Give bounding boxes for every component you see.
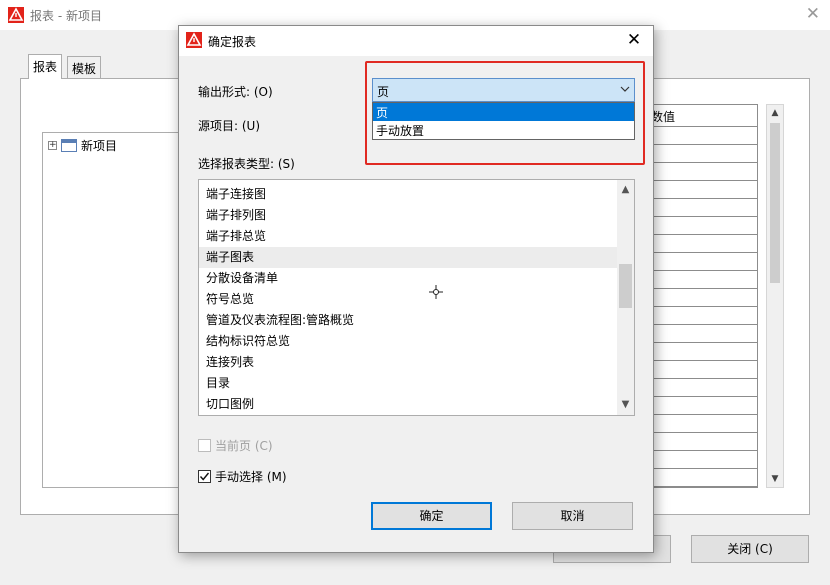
property-value-table[interactable]: 数值 <box>642 104 758 488</box>
tab-report[interactable]: 报表 <box>28 54 63 79</box>
output-form-combobox[interactable]: 页 <box>372 78 635 102</box>
chevron-up-icon[interactable]: ▲ <box>617 182 634 198</box>
app-warning-triangle-icon <box>8 7 24 23</box>
report-type-list[interactable]: 端子连接图 端子排列图 端子排总览 端子图表 分散设备清单 符号总览 管道及仪表… <box>198 179 635 416</box>
dropdown-option-page[interactable]: 页 <box>373 103 634 121</box>
chevron-down-icon[interactable]: ▼ <box>767 471 783 487</box>
table-row[interactable] <box>643 469 757 487</box>
report-type-label: 选择报表类型: (S) <box>198 157 295 171</box>
table-row[interactable] <box>643 271 757 289</box>
table-row[interactable] <box>643 433 757 451</box>
output-form-label: 输出形式: (O) <box>198 85 273 99</box>
table-row[interactable] <box>643 235 757 253</box>
list-item[interactable]: 端子排列图 <box>199 205 617 226</box>
list-item[interactable]: 结构标识符总览 <box>199 331 617 352</box>
dialog-title: 确定报表 <box>208 35 257 49</box>
scrollbar-thumb[interactable] <box>619 264 632 308</box>
table-row[interactable] <box>643 181 757 199</box>
tree-item-new-project[interactable]: + 新项目 <box>48 137 117 154</box>
output-form-selected-value: 页 <box>377 85 390 99</box>
dialog-title-bar: 确定报表 ✕ <box>179 26 653 56</box>
background-close-icon[interactable]: ✕ <box>806 4 820 24</box>
project-page-icon <box>61 139 77 152</box>
cancel-button[interactable]: 取消 <box>512 502 633 530</box>
table-row[interactable] <box>643 199 757 217</box>
table-row[interactable] <box>643 451 757 469</box>
background-window-title: 报表 - 新项目 <box>30 9 102 23</box>
list-item[interactable]: 切口图例 <box>199 394 617 415</box>
close-icon[interactable]: ✕ <box>623 29 645 51</box>
checkbox-box[interactable] <box>198 439 211 452</box>
ok-button[interactable]: 确定 <box>371 502 492 530</box>
list-item[interactable]: 端子连接图 <box>199 184 617 205</box>
tab-template[interactable]: 模板 <box>67 56 102 78</box>
output-form-dropdown-list[interactable]: 页 手动放置 <box>372 102 635 140</box>
table-row[interactable] <box>643 163 757 181</box>
app-warning-triangle-icon <box>186 32 202 48</box>
value-column-header: 数值 <box>643 105 757 127</box>
table-row[interactable] <box>643 343 757 361</box>
current-page-checkbox[interactable]: 当前页 (C) <box>198 437 273 454</box>
table-row[interactable] <box>643 127 757 145</box>
tree-expand-icon[interactable]: + <box>48 141 57 150</box>
table-row[interactable] <box>643 415 757 433</box>
project-tree[interactable]: + 新项目 <box>42 132 192 488</box>
table-scrollbar[interactable]: ▲ ▼ <box>766 104 784 488</box>
table-row[interactable] <box>643 307 757 325</box>
list-item[interactable]: 端子排总览 <box>199 226 617 247</box>
table-row[interactable] <box>643 289 757 307</box>
list-item[interactable]: 管道及仪表流程图:管路概览 <box>199 310 617 331</box>
chevron-down-icon[interactable] <box>620 84 630 94</box>
table-row[interactable] <box>643 379 757 397</box>
current-page-label: 当前页 (C) <box>215 439 273 453</box>
tree-item-label: 新项目 <box>81 139 118 153</box>
close-button[interactable]: 关闭 (C) <box>691 535 809 563</box>
checkbox-box[interactable] <box>198 470 211 483</box>
chevron-up-icon[interactable]: ▲ <box>767 105 783 121</box>
scrollbar-thumb[interactable] <box>770 123 780 283</box>
table-row[interactable] <box>643 217 757 235</box>
table-row[interactable] <box>643 253 757 271</box>
list-item[interactable]: 符号总览 <box>199 289 617 310</box>
dropdown-option-manual-place[interactable]: 手动放置 <box>373 121 634 139</box>
list-item[interactable]: 连接列表 <box>199 352 617 373</box>
manual-select-checkbox[interactable]: 手动选择 (M) <box>198 468 287 485</box>
list-item[interactable]: 目录 <box>199 373 617 394</box>
move-crosshair-icon <box>429 285 443 299</box>
table-row[interactable] <box>643 325 757 343</box>
list-item[interactable]: 分散设备清单 <box>199 268 617 289</box>
manual-select-label: 手动选择 (M) <box>215 470 287 484</box>
source-project-label: 源项目: (U) <box>198 119 261 133</box>
checkmark-icon <box>199 472 210 481</box>
table-row[interactable] <box>643 145 757 163</box>
chevron-down-icon[interactable]: ▼ <box>617 397 634 413</box>
list-item-hovered[interactable]: 端子图表 <box>199 247 617 268</box>
table-row[interactable] <box>643 361 757 379</box>
table-row[interactable] <box>643 397 757 415</box>
determine-report-dialog: 确定报表 ✕ 输出形式: (O) 源项目: (U) 页 页 手动放置 选择报表类… <box>178 25 654 553</box>
report-list-scrollbar[interactable]: ▲ ▼ <box>617 180 634 415</box>
